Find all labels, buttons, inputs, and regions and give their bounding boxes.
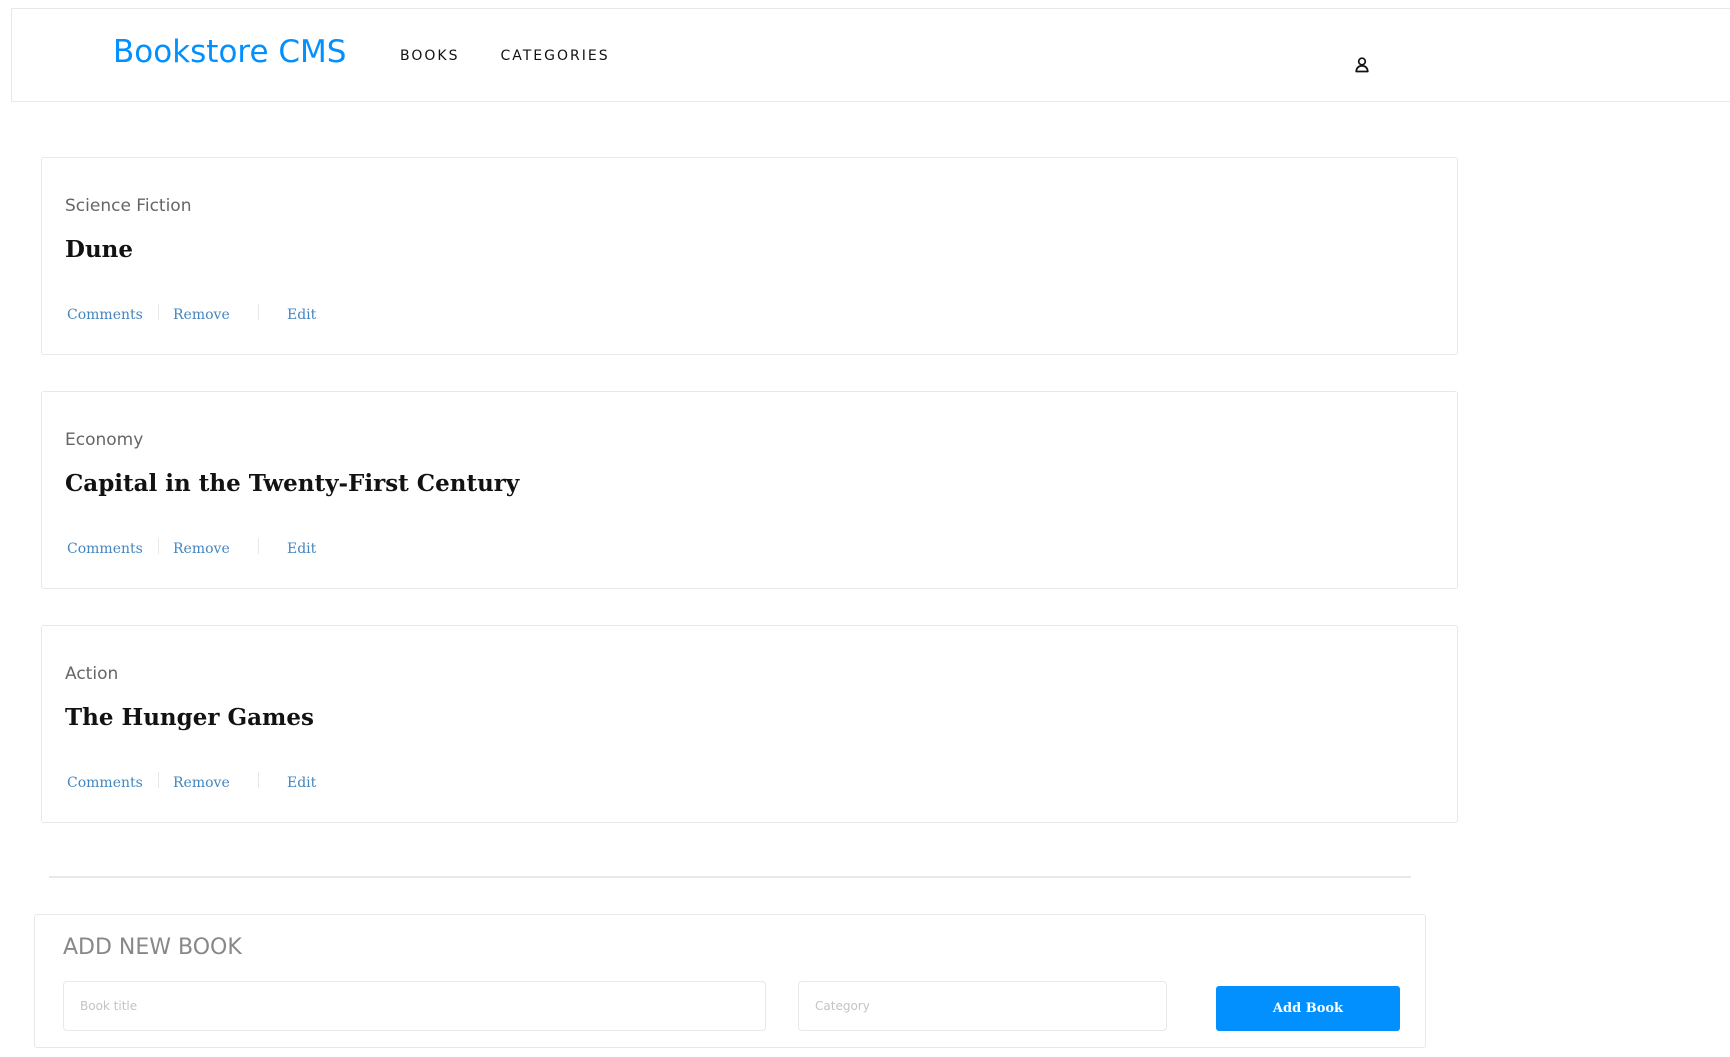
section-divider bbox=[49, 876, 1411, 878]
comments-button[interactable]: Comments bbox=[67, 776, 143, 790]
action-divider bbox=[158, 538, 159, 554]
comments-button[interactable]: Comments bbox=[67, 542, 143, 556]
action-divider bbox=[258, 772, 259, 788]
nav-books-link[interactable]: BOOKS bbox=[400, 49, 459, 63]
app-header: Bookstore CMS BOOKS CATEGORIES bbox=[11, 8, 1730, 102]
book-category: Economy bbox=[65, 430, 144, 450]
action-divider bbox=[258, 304, 259, 320]
book-category: Action bbox=[65, 664, 119, 684]
book-card: Economy Capital in the Twenty-First Cent… bbox=[41, 391, 1458, 589]
remove-button[interactable]: Remove bbox=[173, 776, 230, 790]
action-divider bbox=[258, 538, 259, 554]
book-category: Science Fiction bbox=[65, 196, 192, 216]
book-title: Dune bbox=[65, 236, 134, 263]
action-divider bbox=[158, 772, 159, 788]
user-profile-button[interactable] bbox=[1354, 56, 1370, 74]
category-input[interactable] bbox=[798, 981, 1167, 1031]
edit-button[interactable]: Edit bbox=[287, 542, 316, 556]
nav-categories-link[interactable]: CATEGORIES bbox=[500, 49, 609, 63]
app-logo[interactable]: Bookstore CMS bbox=[113, 37, 346, 68]
add-book-form: ADD NEW BOOK Add Book bbox=[34, 914, 1426, 1048]
main-nav: BOOKS CATEGORIES bbox=[400, 49, 610, 63]
book-list: Science Fiction Dune Comments Remove Edi… bbox=[41, 157, 1458, 859]
remove-button[interactable]: Remove bbox=[173, 542, 230, 556]
book-card: Science Fiction Dune Comments Remove Edi… bbox=[41, 157, 1458, 355]
add-book-button[interactable]: Add Book bbox=[1216, 986, 1400, 1031]
form-heading: ADD NEW BOOK bbox=[63, 935, 242, 960]
edit-button[interactable]: Edit bbox=[287, 308, 316, 322]
remove-button[interactable]: Remove bbox=[173, 308, 230, 322]
action-divider bbox=[158, 304, 159, 320]
book-title: Capital in the Twenty-First Century bbox=[65, 470, 520, 497]
user-icon bbox=[1355, 57, 1369, 73]
book-title: The Hunger Games bbox=[65, 704, 314, 731]
book-card: Action The Hunger Games Comments Remove … bbox=[41, 625, 1458, 823]
book-title-input[interactable] bbox=[63, 981, 766, 1031]
edit-button[interactable]: Edit bbox=[287, 776, 316, 790]
comments-button[interactable]: Comments bbox=[67, 308, 143, 322]
